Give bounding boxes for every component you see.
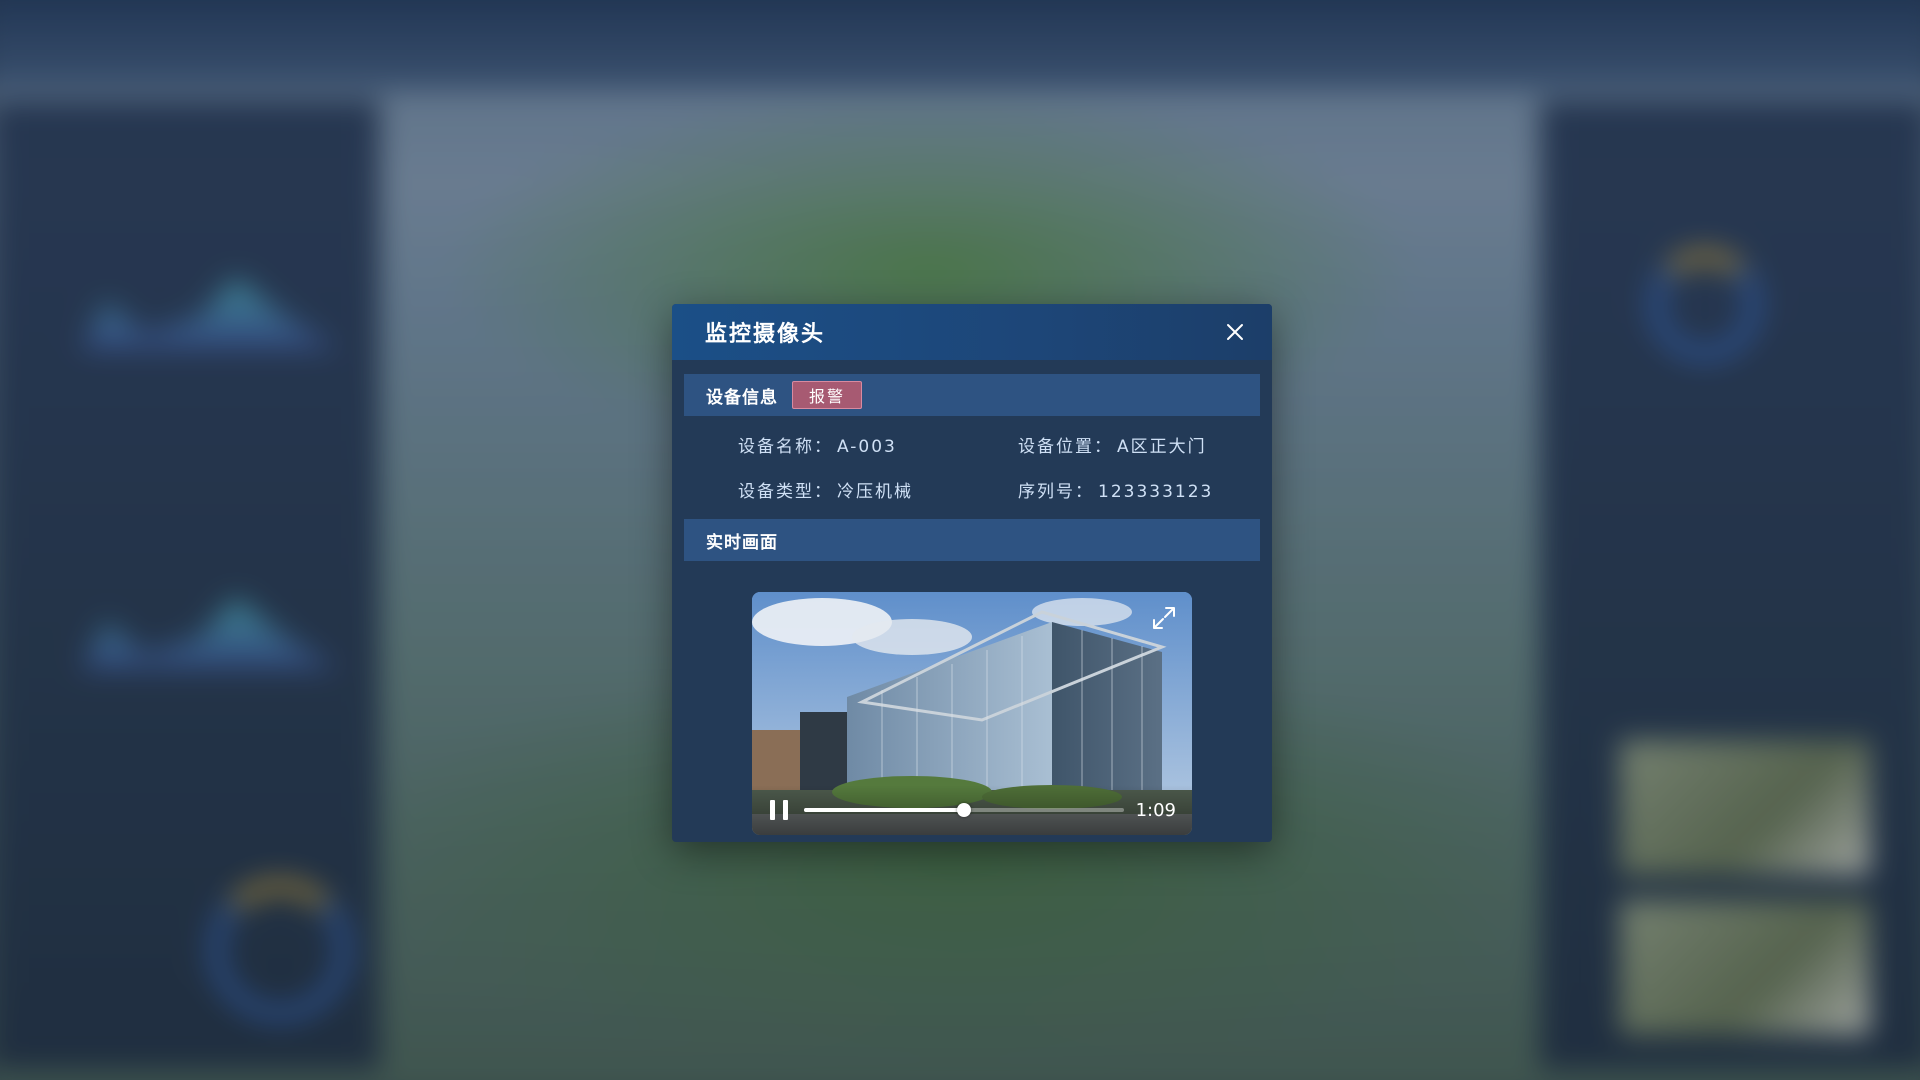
progress-fill <box>804 808 964 812</box>
pause-icon-bar <box>783 800 788 820</box>
device-name-label: 设备名称： <box>738 437 833 457</box>
playback-time: 1:09 <box>1135 799 1176 821</box>
device-name-field: 设备名称： A-003 <box>738 432 1018 457</box>
serial-number-field: 序列号： 123333123 <box>1018 477 1268 502</box>
serial-number-value: 123333123 <box>1098 482 1214 502</box>
video-player[interactable]: 1:09 <box>752 592 1192 835</box>
close-icon <box>1227 324 1243 340</box>
device-type-field: 设备类型： 冷压机械 <box>738 477 1018 502</box>
camera-modal: 监控摄像头 设备信息 报警 设备名称： A-003 设备位置： A区正大门 设备类型… <box>672 304 1272 842</box>
progress-slider[interactable] <box>804 803 1124 817</box>
pause-icon-bar <box>770 800 775 820</box>
device-type-label: 设备类型： <box>738 482 833 502</box>
video-controls: 1:09 <box>752 785 1192 835</box>
device-info-label: 设备信息 <box>706 387 778 408</box>
modal-header: 监控摄像头 <box>672 304 1272 360</box>
device-type-value: 冷压机械 <box>837 482 913 502</box>
fullscreen-button[interactable] <box>1150 604 1178 632</box>
modal-title: 监控摄像头 <box>705 322 826 347</box>
serial-number-label: 序列号： <box>1018 482 1094 502</box>
live-view-label: 实时画面 <box>706 532 778 553</box>
device-location-label: 设备位置： <box>1018 437 1113 457</box>
pause-button[interactable] <box>770 800 788 820</box>
device-info-section-header: 设备信息 报警 <box>684 374 1260 416</box>
progress-thumb[interactable] <box>957 803 971 817</box>
device-location-field: 设备位置： A区正大门 <box>1018 432 1268 457</box>
live-view-section-header: 实时画面 <box>684 519 1260 561</box>
alarm-status-badge: 报警 <box>792 381 863 409</box>
device-location-value: A区正大门 <box>1117 437 1207 457</box>
fullscreen-icon <box>1153 607 1175 629</box>
close-button[interactable] <box>1222 319 1248 345</box>
device-info-grid: 设备名称： A-003 设备位置： A区正大门 设备类型： 冷压机械 序列号： 1233… <box>672 416 1272 519</box>
device-name-value: A-003 <box>837 437 897 457</box>
